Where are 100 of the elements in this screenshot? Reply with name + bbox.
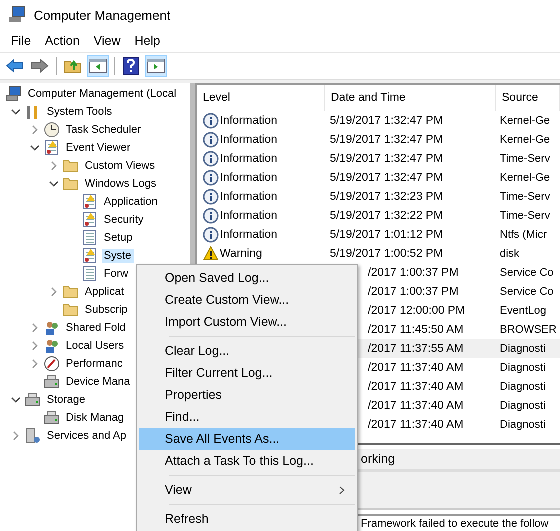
tree-item[interactable]: Custom Views bbox=[83, 159, 158, 173]
table-cell-text: /2017 1:00:37 PM bbox=[367, 286, 460, 298]
folder-icon bbox=[63, 302, 79, 318]
menu-item[interactable]: View bbox=[139, 479, 355, 501]
menu-item[interactable]: File bbox=[6, 32, 36, 50]
menu-item[interactable]: Attach a Task To this Log... bbox=[139, 450, 355, 472]
table-cell-text: Service Co bbox=[499, 286, 555, 298]
table-cell: Warning bbox=[220, 248, 262, 260]
tree-item[interactable]: Shared Fold bbox=[64, 321, 128, 335]
menu-item[interactable]: View bbox=[88, 32, 126, 50]
table-cell-text: /2017 12:00:00 PM bbox=[367, 304, 466, 316]
folder-icon bbox=[63, 158, 79, 174]
tree-item[interactable]: System Tools bbox=[45, 105, 114, 119]
menu-item[interactable]: Help bbox=[130, 32, 166, 50]
table-cell-text: 5/19/2017 1:32:23 PM bbox=[329, 190, 444, 202]
expand-chevron-icon[interactable] bbox=[49, 161, 59, 171]
expand-chevron-icon[interactable] bbox=[49, 287, 59, 297]
collapse-chevron-icon[interactable] bbox=[11, 107, 21, 117]
tree-item[interactable]: Event Viewer bbox=[64, 141, 133, 155]
table-cell-text: Diagnosti bbox=[499, 380, 547, 392]
collapse-chevron-icon[interactable] bbox=[49, 179, 59, 189]
table-cell: Information bbox=[220, 210, 278, 222]
table-cell-text: /2017 11:37:40 AM bbox=[367, 380, 465, 392]
tree-item[interactable]: Disk Manag bbox=[64, 411, 126, 425]
collapse-chevron-icon[interactable] bbox=[30, 143, 40, 153]
column-header[interactable]: Source bbox=[496, 85, 560, 111]
event-description: Framework failed to execute the follow bbox=[361, 518, 549, 530]
menu-item[interactable]: Import Custom View... bbox=[139, 311, 355, 333]
table-cell-text: Kernel-Ge bbox=[499, 114, 552, 126]
table-cell: Information bbox=[220, 190, 278, 202]
menu-item[interactable]: Refresh bbox=[139, 508, 355, 530]
table-cell-text: disk bbox=[499, 248, 521, 260]
table-cell-text: Diagnosti bbox=[499, 362, 547, 374]
table-cell-text: Kernel-Ge bbox=[499, 134, 552, 146]
table-cell-text: Service Co bbox=[499, 266, 555, 278]
info-icon bbox=[203, 170, 219, 186]
info-icon bbox=[203, 226, 219, 242]
tree-item[interactable]: Services and Ap bbox=[45, 429, 128, 443]
table-cell-text: EventLog bbox=[499, 304, 548, 316]
tree-item[interactable]: Device Mana bbox=[64, 375, 132, 389]
computer-icon bbox=[8, 6, 26, 24]
table-cell-text: 5/19/2017 1:01:12 PM bbox=[329, 228, 444, 240]
toolbar-button[interactable] bbox=[145, 55, 167, 77]
info-icon bbox=[203, 112, 219, 128]
table-cell-text: /2017 11:37:40 AM bbox=[367, 418, 465, 430]
expand-chevron-icon[interactable] bbox=[11, 431, 21, 441]
tree-item[interactable]: Syste bbox=[102, 249, 134, 263]
table-cell: Information bbox=[220, 152, 278, 164]
table-cell-text: Time-Serv bbox=[499, 152, 552, 164]
tree-item[interactable]: Task Scheduler bbox=[64, 123, 144, 137]
table-cell-text: Diagnosti bbox=[499, 342, 547, 354]
menu-item[interactable]: Properties bbox=[139, 384, 355, 406]
table-cell-text: /2017 11:37:40 AM bbox=[367, 362, 465, 374]
info-icon bbox=[203, 150, 219, 166]
tree-item[interactable]: Local Users bbox=[64, 339, 126, 353]
toolbar-button[interactable] bbox=[87, 55, 109, 77]
tree-item[interactable]: Setup bbox=[102, 231, 135, 245]
clock-icon bbox=[44, 122, 60, 138]
tree-item[interactable]: Computer Management (Local bbox=[26, 87, 179, 101]
expand-chevron-icon[interactable] bbox=[30, 125, 40, 135]
tree-item[interactable]: Security bbox=[102, 213, 146, 227]
menu-item[interactable]: Find... bbox=[139, 406, 355, 428]
tree-item[interactable]: Storage bbox=[45, 393, 88, 407]
folder-icon bbox=[63, 176, 79, 192]
info-icon bbox=[203, 188, 219, 204]
help-button[interactable] bbox=[120, 55, 142, 77]
users-icon bbox=[44, 338, 60, 354]
table-cell: Information bbox=[220, 134, 278, 146]
expand-chevron-icon[interactable] bbox=[30, 323, 40, 333]
collapse-chevron-icon[interactable] bbox=[11, 395, 21, 405]
table-cell: Information bbox=[220, 172, 278, 184]
users-icon bbox=[44, 320, 60, 336]
tree-item[interactable]: Subscrip bbox=[83, 303, 130, 317]
tree-item[interactable]: Performanc bbox=[64, 357, 125, 371]
table-cell-text: /2017 11:45:50 AM bbox=[367, 324, 465, 336]
folder-icon bbox=[63, 284, 79, 300]
table-cell-text: Ntfs (Micr bbox=[499, 228, 548, 240]
log-icon bbox=[82, 212, 98, 228]
column-header[interactable]: Date and Time bbox=[325, 85, 496, 111]
expand-chevron-icon[interactable] bbox=[30, 359, 40, 369]
table-cell-text: Time-Serv bbox=[499, 210, 552, 222]
table-cell: Information bbox=[220, 114, 278, 126]
log-icon bbox=[44, 140, 60, 156]
menu-item[interactable]: Save All Events As... bbox=[139, 428, 355, 450]
menu-item[interactable]: Filter Current Log... bbox=[139, 362, 355, 384]
info-icon bbox=[203, 208, 219, 224]
tree-item[interactable]: Application bbox=[102, 195, 160, 209]
tree-item[interactable]: Applicat bbox=[83, 285, 126, 299]
menu-item[interactable]: Open Saved Log... bbox=[139, 267, 355, 289]
tree-item[interactable]: Forw bbox=[102, 267, 130, 281]
tree-item[interactable]: Windows Logs bbox=[83, 177, 159, 191]
table-cell-text: 5/19/2017 1:32:47 PM bbox=[329, 152, 444, 164]
table-cell-text: 5/19/2017 1:32:47 PM bbox=[329, 134, 444, 146]
log-icon bbox=[82, 230, 98, 246]
menu-item[interactable]: Action bbox=[40, 32, 85, 50]
expand-chevron-icon[interactable] bbox=[30, 341, 40, 351]
table-cell-text: 5/19/2017 1:32:47 PM bbox=[329, 172, 444, 184]
log-icon bbox=[82, 248, 98, 264]
column-header[interactable]: Level bbox=[197, 85, 325, 111]
menu-item[interactable]: Create Custom View... bbox=[139, 289, 355, 311]
